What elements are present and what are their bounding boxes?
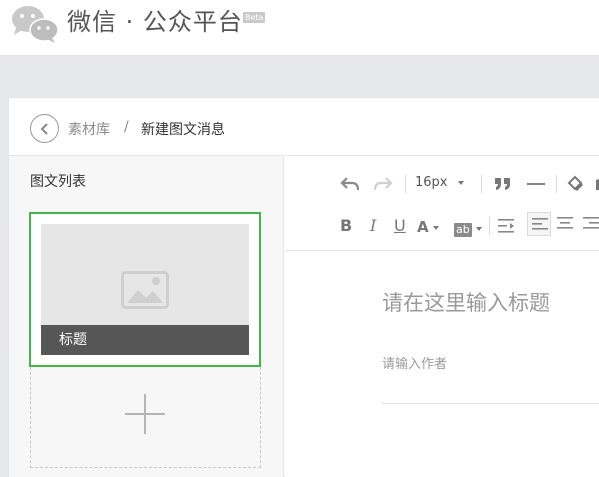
italic-button[interactable]: I	[370, 217, 376, 235]
breadcrumb: 素材库 / 新建图文消息	[9, 98, 599, 156]
redo-icon	[373, 177, 393, 191]
article-list-title: 图文列表	[30, 174, 86, 190]
plus-icon	[125, 394, 165, 434]
undo-button[interactable]	[340, 176, 360, 192]
font-size-value: 16px	[415, 175, 448, 190]
author-input[interactable]	[382, 357, 597, 372]
underline-button[interactable]: U	[394, 217, 406, 235]
editor-card: 素材库 / 新建图文消息 图文列表 标题 16px B I U A ab 请在这…	[8, 97, 599, 477]
horizontal-line-icon	[527, 183, 545, 185]
align-right-icon	[583, 217, 599, 229]
brush-icon	[596, 179, 599, 190]
indent-button[interactable]	[498, 218, 516, 234]
back-button[interactable]	[30, 114, 59, 143]
image-icon	[121, 271, 169, 309]
article-list-panel: 图文列表 标题	[9, 156, 284, 477]
align-center-icon	[557, 217, 573, 229]
redo-button[interactable]	[373, 176, 393, 192]
more-tool-button[interactable]	[594, 176, 599, 192]
font-color-dropdown[interactable]: A	[417, 217, 439, 236]
toolbar-divider	[405, 175, 406, 193]
add-article-button[interactable]	[30, 367, 261, 468]
quote-icon	[495, 178, 510, 190]
chevron-left-icon	[40, 122, 48, 135]
eraser-icon	[567, 175, 583, 191]
content-divider	[382, 403, 599, 404]
align-left-button[interactable]	[527, 212, 551, 236]
caret-down-icon	[432, 225, 439, 230]
wechat-logo-icon	[12, 6, 59, 43]
editor-area	[285, 251, 599, 477]
article-title-label: 标题	[41, 325, 249, 355]
align-center-button[interactable]	[557, 216, 573, 230]
highlight-icon: ab	[454, 223, 472, 237]
breadcrumb-separator: /	[124, 119, 129, 135]
platform-title: 微信 · 公众平台	[67, 8, 243, 36]
undo-icon	[340, 177, 360, 191]
horizontal-rule-button[interactable]	[527, 183, 545, 186]
bold-button[interactable]: B	[340, 217, 352, 235]
cover-image-placeholder[interactable]: 标题	[41, 224, 249, 355]
top-header: 微信 · 公众平台 Beta	[0, 0, 599, 56]
align-left-icon	[532, 218, 548, 230]
indent-icon	[498, 219, 514, 233]
breadcrumb-library-link[interactable]: 素材库	[68, 119, 110, 139]
font-size-dropdown[interactable]: 16px	[415, 175, 464, 190]
article-title-input[interactable]	[382, 291, 597, 315]
align-right-button[interactable]	[583, 216, 599, 230]
font-color-icon: A	[417, 218, 429, 236]
caret-down-icon	[475, 226, 482, 231]
toolbar-divider	[489, 217, 490, 235]
toolbar-divider	[556, 175, 557, 193]
article-item-selected[interactable]: 标题	[29, 212, 261, 367]
beta-badge: Beta	[243, 12, 266, 23]
caret-down-icon	[457, 180, 464, 185]
breadcrumb-current: 新建图文消息	[141, 122, 225, 138]
editor-toolbar: 16px B I U A ab	[285, 156, 599, 251]
toolbar-divider	[481, 175, 482, 193]
blockquote-button[interactable]	[494, 177, 512, 191]
highlight-color-dropdown[interactable]: ab	[454, 218, 482, 237]
format-painter-button[interactable]	[566, 174, 584, 192]
